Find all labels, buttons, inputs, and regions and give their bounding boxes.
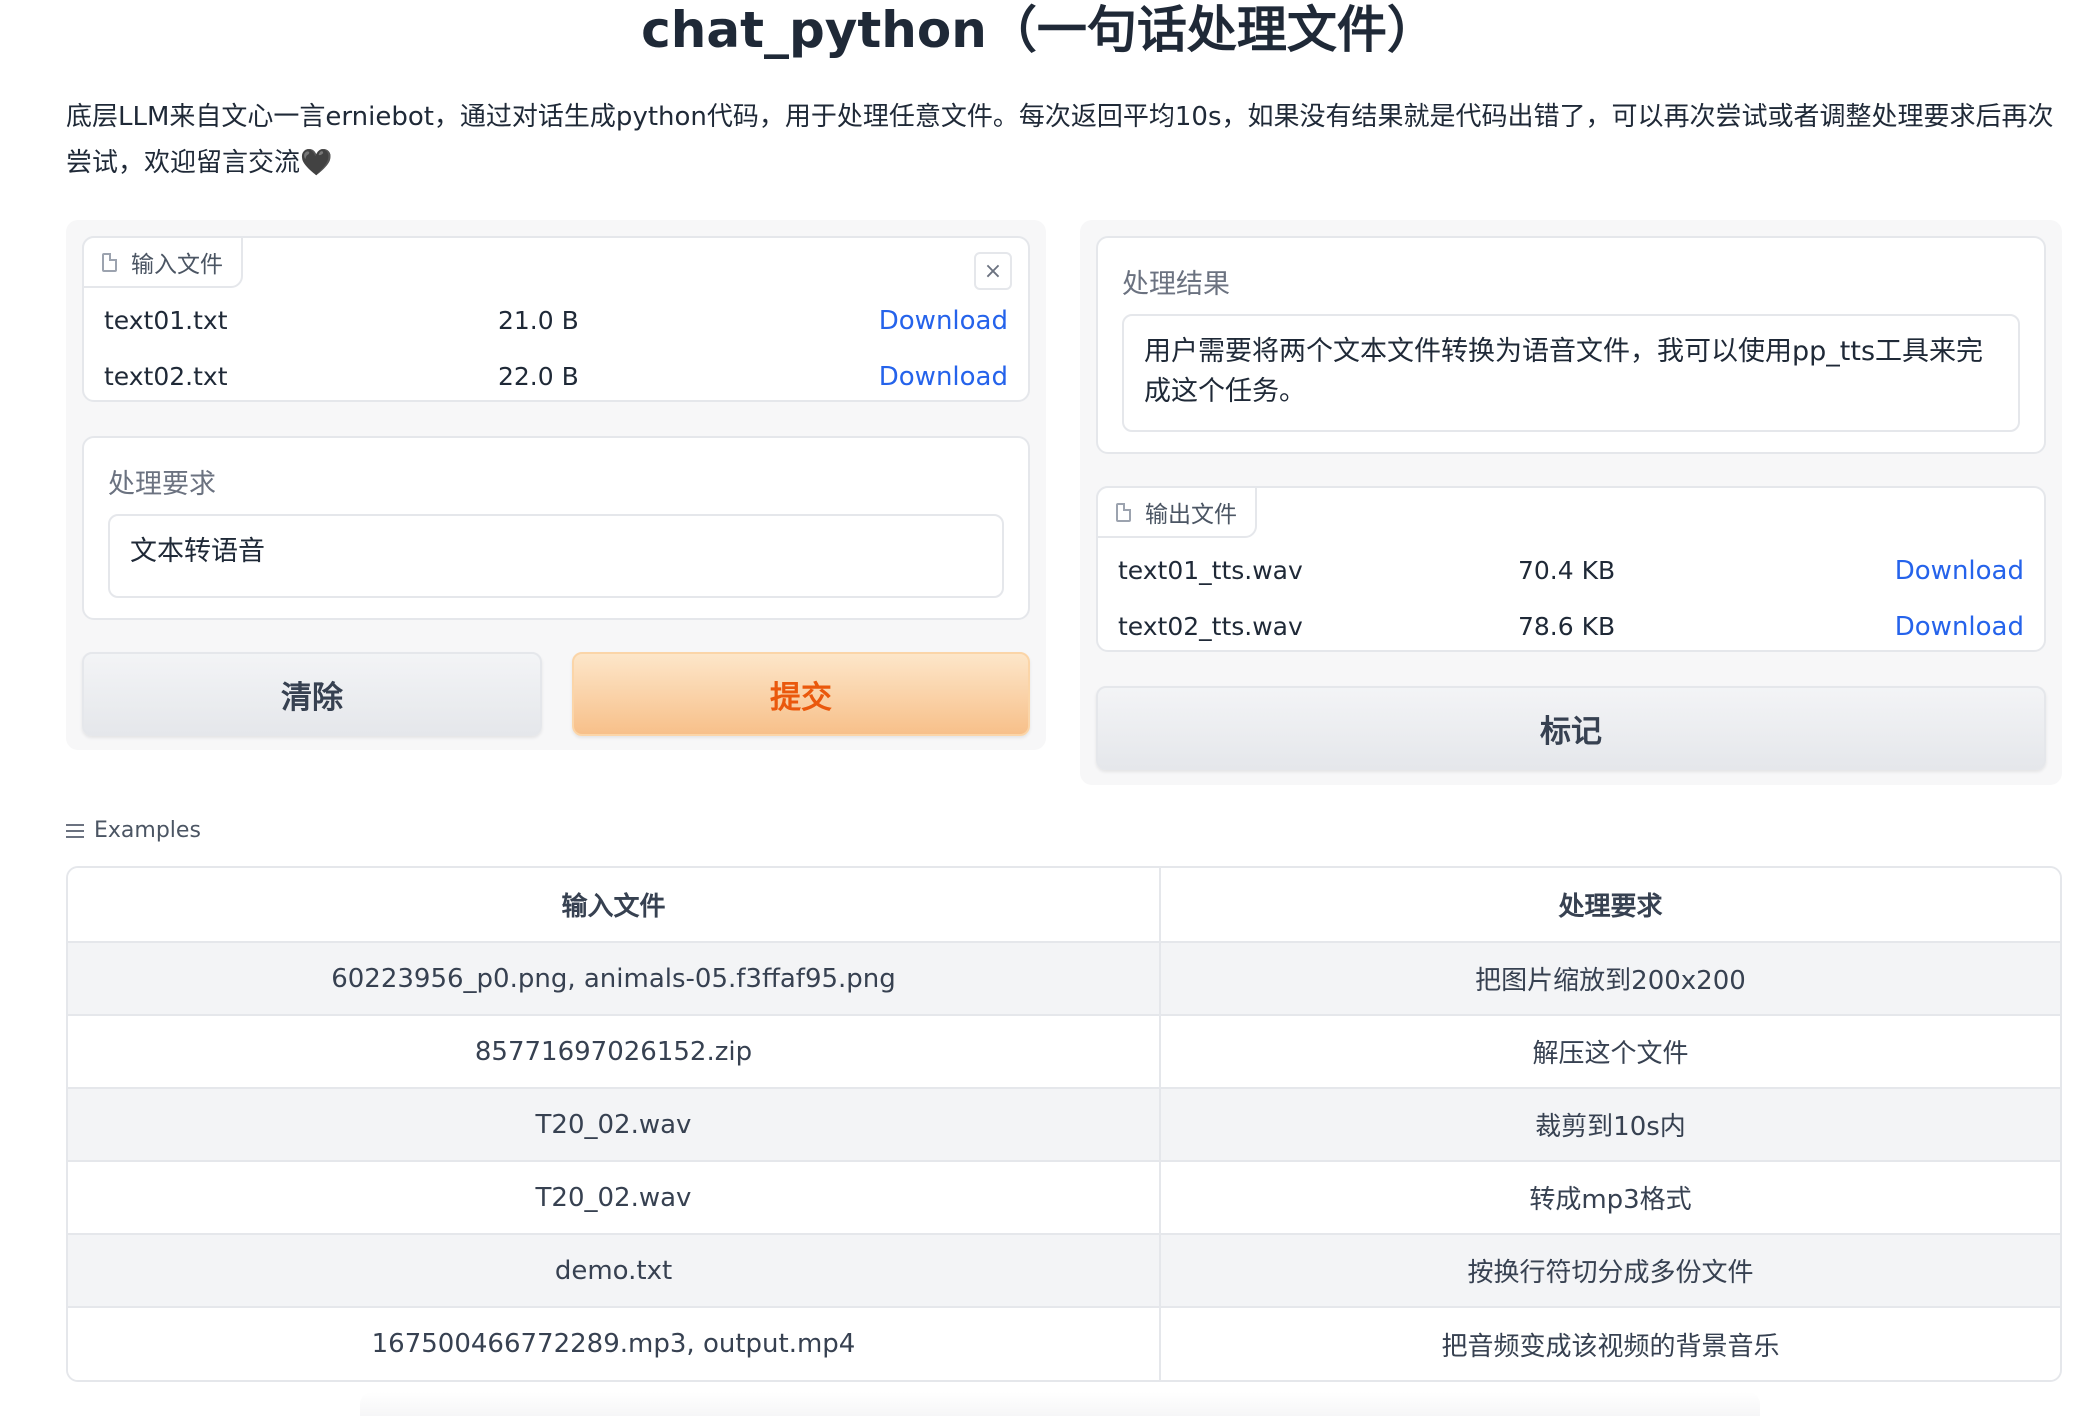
bottom-fade	[360, 1392, 1760, 1416]
example-row[interactable]: 167500466772289.mp3, output.mp4 把音频变成该视频…	[68, 1306, 2060, 1380]
close-icon: ×	[983, 258, 1003, 284]
example-input-files[interactable]: T20_02.wav	[68, 1087, 1160, 1161]
example-row[interactable]: 60223956_p0.png, animals-05.f3ffaf95.png…	[68, 941, 2060, 1015]
list-icon	[66, 823, 84, 839]
column-header-input-files: 输入文件	[68, 868, 1160, 943]
input-panel: 输入文件 × text01.txt 21.0 B Download text02…	[66, 220, 1046, 750]
example-row[interactable]: 85771697026152.zip 解压这个文件	[68, 1014, 2060, 1088]
file-name: text01.txt	[104, 306, 228, 335]
file-name: text02_tts.wav	[1118, 612, 1303, 641]
requirement-component: 处理要求 文本转语音	[82, 436, 1030, 620]
example-input-files[interactable]: 167500466772289.mp3, output.mp4	[68, 1306, 1160, 1380]
example-requirement[interactable]: 把图片缩放到200x200	[1159, 941, 2060, 1015]
file-icon	[1116, 502, 1131, 522]
file-size: 78.6 KB	[1518, 612, 1616, 641]
requirement-label: 处理要求	[108, 469, 216, 500]
example-requirement[interactable]: 按换行符切分成多份文件	[1159, 1233, 2060, 1307]
file-name: text02.txt	[104, 362, 228, 391]
input-files-label: 输入文件	[82, 236, 243, 288]
example-input-files[interactable]: T20_02.wav	[68, 1160, 1160, 1234]
example-row[interactable]: T20_02.wav 转成mp3格式	[68, 1160, 2060, 1234]
file-row: text01.txt 21.0 B Download	[84, 294, 1028, 348]
output-panel: 处理结果 用户需要将两个文本文件转换为语音文件，我可以使用pp_tts工具来完成…	[1080, 220, 2062, 785]
example-input-files[interactable]: 85771697026152.zip	[68, 1014, 1160, 1088]
example-requirement[interactable]: 裁剪到10s内	[1159, 1087, 2060, 1161]
file-size: 70.4 KB	[1518, 556, 1616, 585]
example-requirement[interactable]: 转成mp3格式	[1159, 1160, 2060, 1234]
download-link[interactable]: Download	[879, 362, 1008, 392]
download-link[interactable]: Download	[1895, 612, 2024, 642]
requirement-input[interactable]: 文本转语音	[108, 514, 1004, 598]
examples-label: Examples	[66, 818, 201, 843]
file-size: 21.0 B	[498, 306, 579, 335]
example-row[interactable]: T20_02.wav 裁剪到10s内	[68, 1087, 2060, 1161]
app-description: 底层LLM来自文心一言erniebot，通过对话生成python代码，用于处理任…	[66, 102, 2054, 178]
result-label: 处理结果	[1122, 269, 1230, 300]
file-row: text02_tts.wav 78.6 KB Download	[1098, 600, 2044, 654]
output-files-label: 输出文件	[1096, 486, 1257, 538]
download-link[interactable]: Download	[1895, 556, 2024, 586]
flag-button[interactable]: 标记	[1096, 686, 2046, 770]
download-link[interactable]: Download	[879, 306, 1008, 336]
output-files-component: 输出文件 text01_tts.wav 70.4 KB Download tex…	[1096, 486, 2046, 652]
submit-button[interactable]: 提交	[572, 652, 1030, 736]
input-files-component[interactable]: 输入文件 × text01.txt 21.0 B Download text02…	[82, 236, 1030, 402]
example-input-files[interactable]: demo.txt	[68, 1233, 1160, 1307]
result-output[interactable]: 用户需要将两个文本文件转换为语音文件，我可以使用pp_tts工具来完成这个任务。	[1122, 314, 2020, 432]
example-input-files[interactable]: 60223956_p0.png, animals-05.f3ffaf95.png	[68, 941, 1160, 1015]
example-requirement[interactable]: 把音频变成该视频的背景音乐	[1159, 1306, 2060, 1380]
example-row[interactable]: demo.txt 按换行符切分成多份文件	[68, 1233, 2060, 1307]
file-icon	[102, 252, 117, 272]
file-size: 22.0 B	[498, 362, 579, 391]
file-name: text01_tts.wav	[1118, 556, 1303, 585]
example-requirement[interactable]: 解压这个文件	[1159, 1014, 2060, 1088]
clear-button[interactable]: 清除	[82, 652, 542, 736]
result-component: 处理结果 用户需要将两个文本文件转换为语音文件，我可以使用pp_tts工具来完成…	[1096, 236, 2046, 454]
column-header-requirement: 处理要求	[1159, 868, 2060, 943]
file-row: text01_tts.wav 70.4 KB Download	[1098, 544, 2044, 598]
file-row: text02.txt 22.0 B Download	[84, 350, 1028, 404]
clear-files-button[interactable]: ×	[974, 252, 1012, 290]
page-title: chat_python（一句话处理文件）	[641, 1, 1437, 59]
examples-table: 输入文件 处理要求 60223956_p0.png, animals-05.f3…	[66, 866, 2062, 1382]
